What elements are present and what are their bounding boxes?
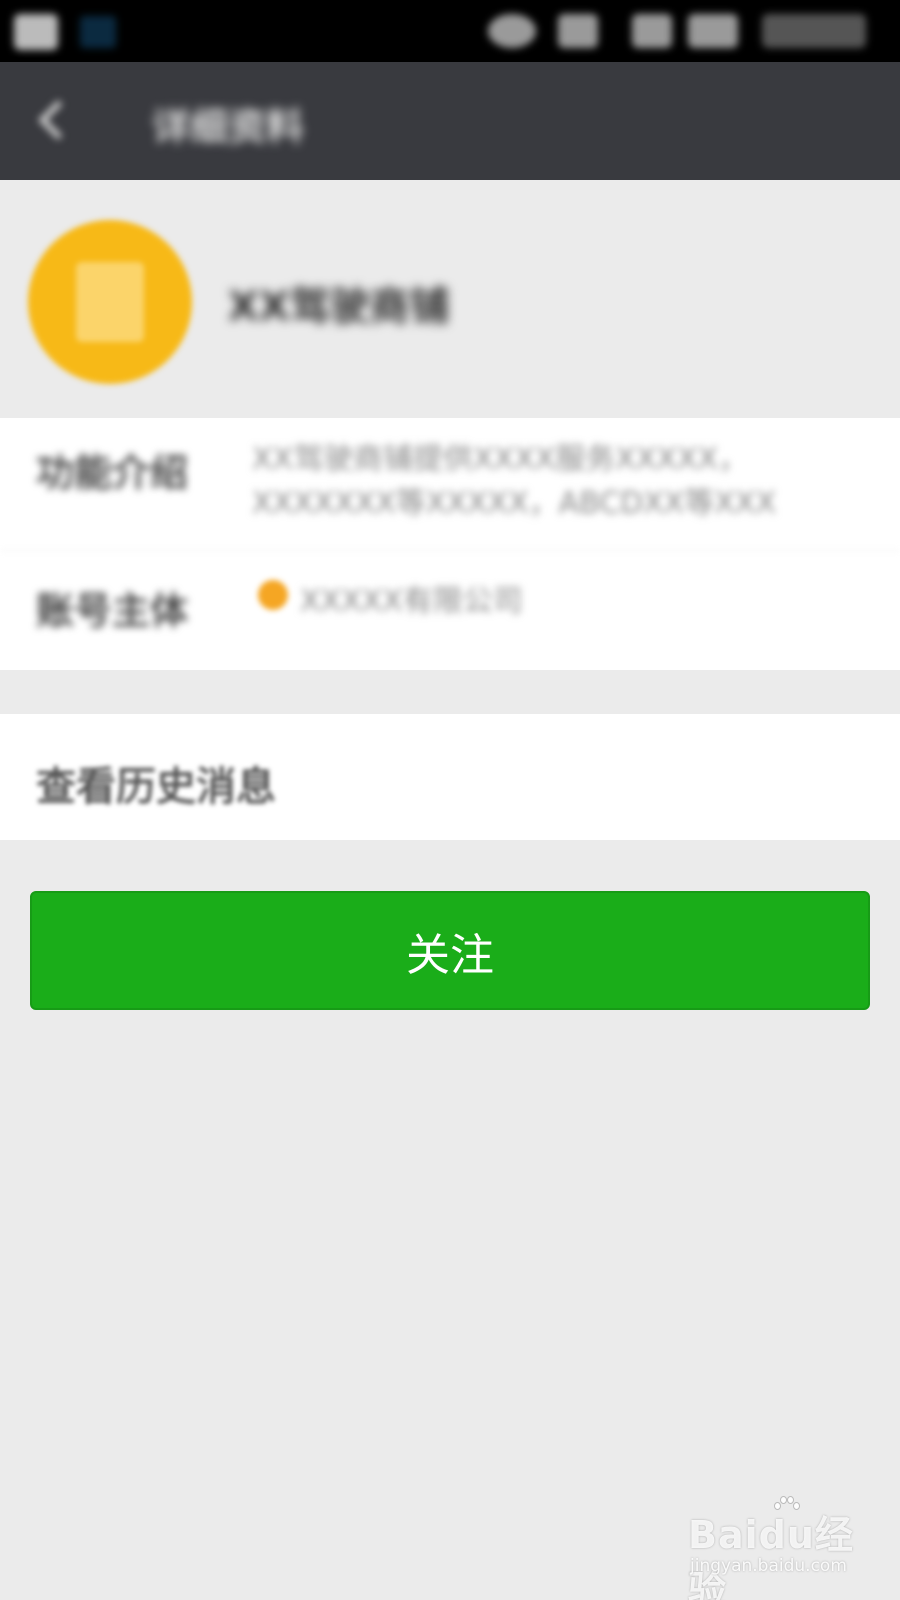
- entity-label: 账号主体: [36, 589, 189, 633]
- signal-icon: [632, 14, 672, 48]
- intro-label: 功能介绍: [36, 451, 189, 495]
- watermark-url: jingyan.baidu.com: [690, 1556, 847, 1576]
- entity-value: XXXXX有限公司: [300, 584, 523, 619]
- avatar[interactable]: [28, 220, 192, 384]
- history-label: 查看历史消息: [36, 764, 276, 810]
- paw-icon: [774, 1496, 800, 1518]
- eye-icon: [488, 14, 536, 48]
- intro-value: XX驾驶商铺提供XXXX服务XXXXX，XXXXXXX等XXXXX，ABCDXX…: [252, 442, 777, 521]
- notification-icon: [80, 16, 116, 48]
- page-title: 详细资料: [152, 105, 305, 149]
- clock-icon: [762, 14, 866, 48]
- status-bar: [0, 0, 900, 62]
- history-row[interactable]: 查看历史消息: [0, 714, 900, 840]
- info-card: 功能介绍 XX驾驶商铺提供XXXX服务XXXXX，XXXXXXX等XXXXX，A…: [0, 418, 900, 670]
- phone-icon: [558, 14, 598, 48]
- app-icon: [14, 14, 58, 50]
- battery-icon: [688, 14, 738, 48]
- account-name: XX驾驶商铺: [228, 284, 450, 330]
- title-bar: 详细资料: [0, 62, 900, 180]
- entity-row[interactable]: 账号主体 XXXXX有限公司: [0, 550, 900, 670]
- baidu-watermark: Baidu经验 jingyan.baidu.com: [688, 1496, 858, 1600]
- verified-icon: [258, 580, 288, 610]
- intro-row[interactable]: 功能介绍 XX驾驶商铺提供XXXX服务XXXXX，XXXXXXX等XXXXX，A…: [0, 418, 900, 550]
- watermark-brand: Baidu经验: [688, 1513, 854, 1600]
- profile-header: XX驾驶商铺: [0, 180, 900, 418]
- follow-button[interactable]: 关注: [30, 891, 870, 1010]
- back-arrow-icon[interactable]: [38, 102, 74, 138]
